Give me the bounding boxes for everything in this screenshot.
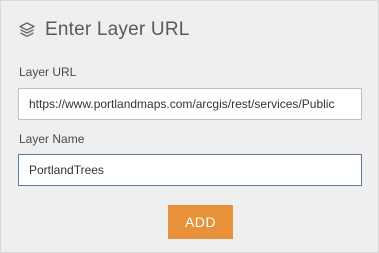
layer-name-input[interactable]	[18, 154, 362, 186]
layer-name-label: Layer Name	[19, 132, 85, 146]
enter-layer-url-panel: Enter Layer URL Layer URL Layer Name ADD	[0, 0, 379, 253]
panel-header: Enter Layer URL	[18, 19, 190, 41]
layer-url-input[interactable]	[18, 88, 362, 120]
add-button[interactable]: ADD	[168, 205, 233, 239]
panel-title: Enter Layer URL	[45, 19, 190, 40]
layers-icon	[19, 22, 35, 37]
layer-url-label: Layer URL	[19, 65, 77, 79]
